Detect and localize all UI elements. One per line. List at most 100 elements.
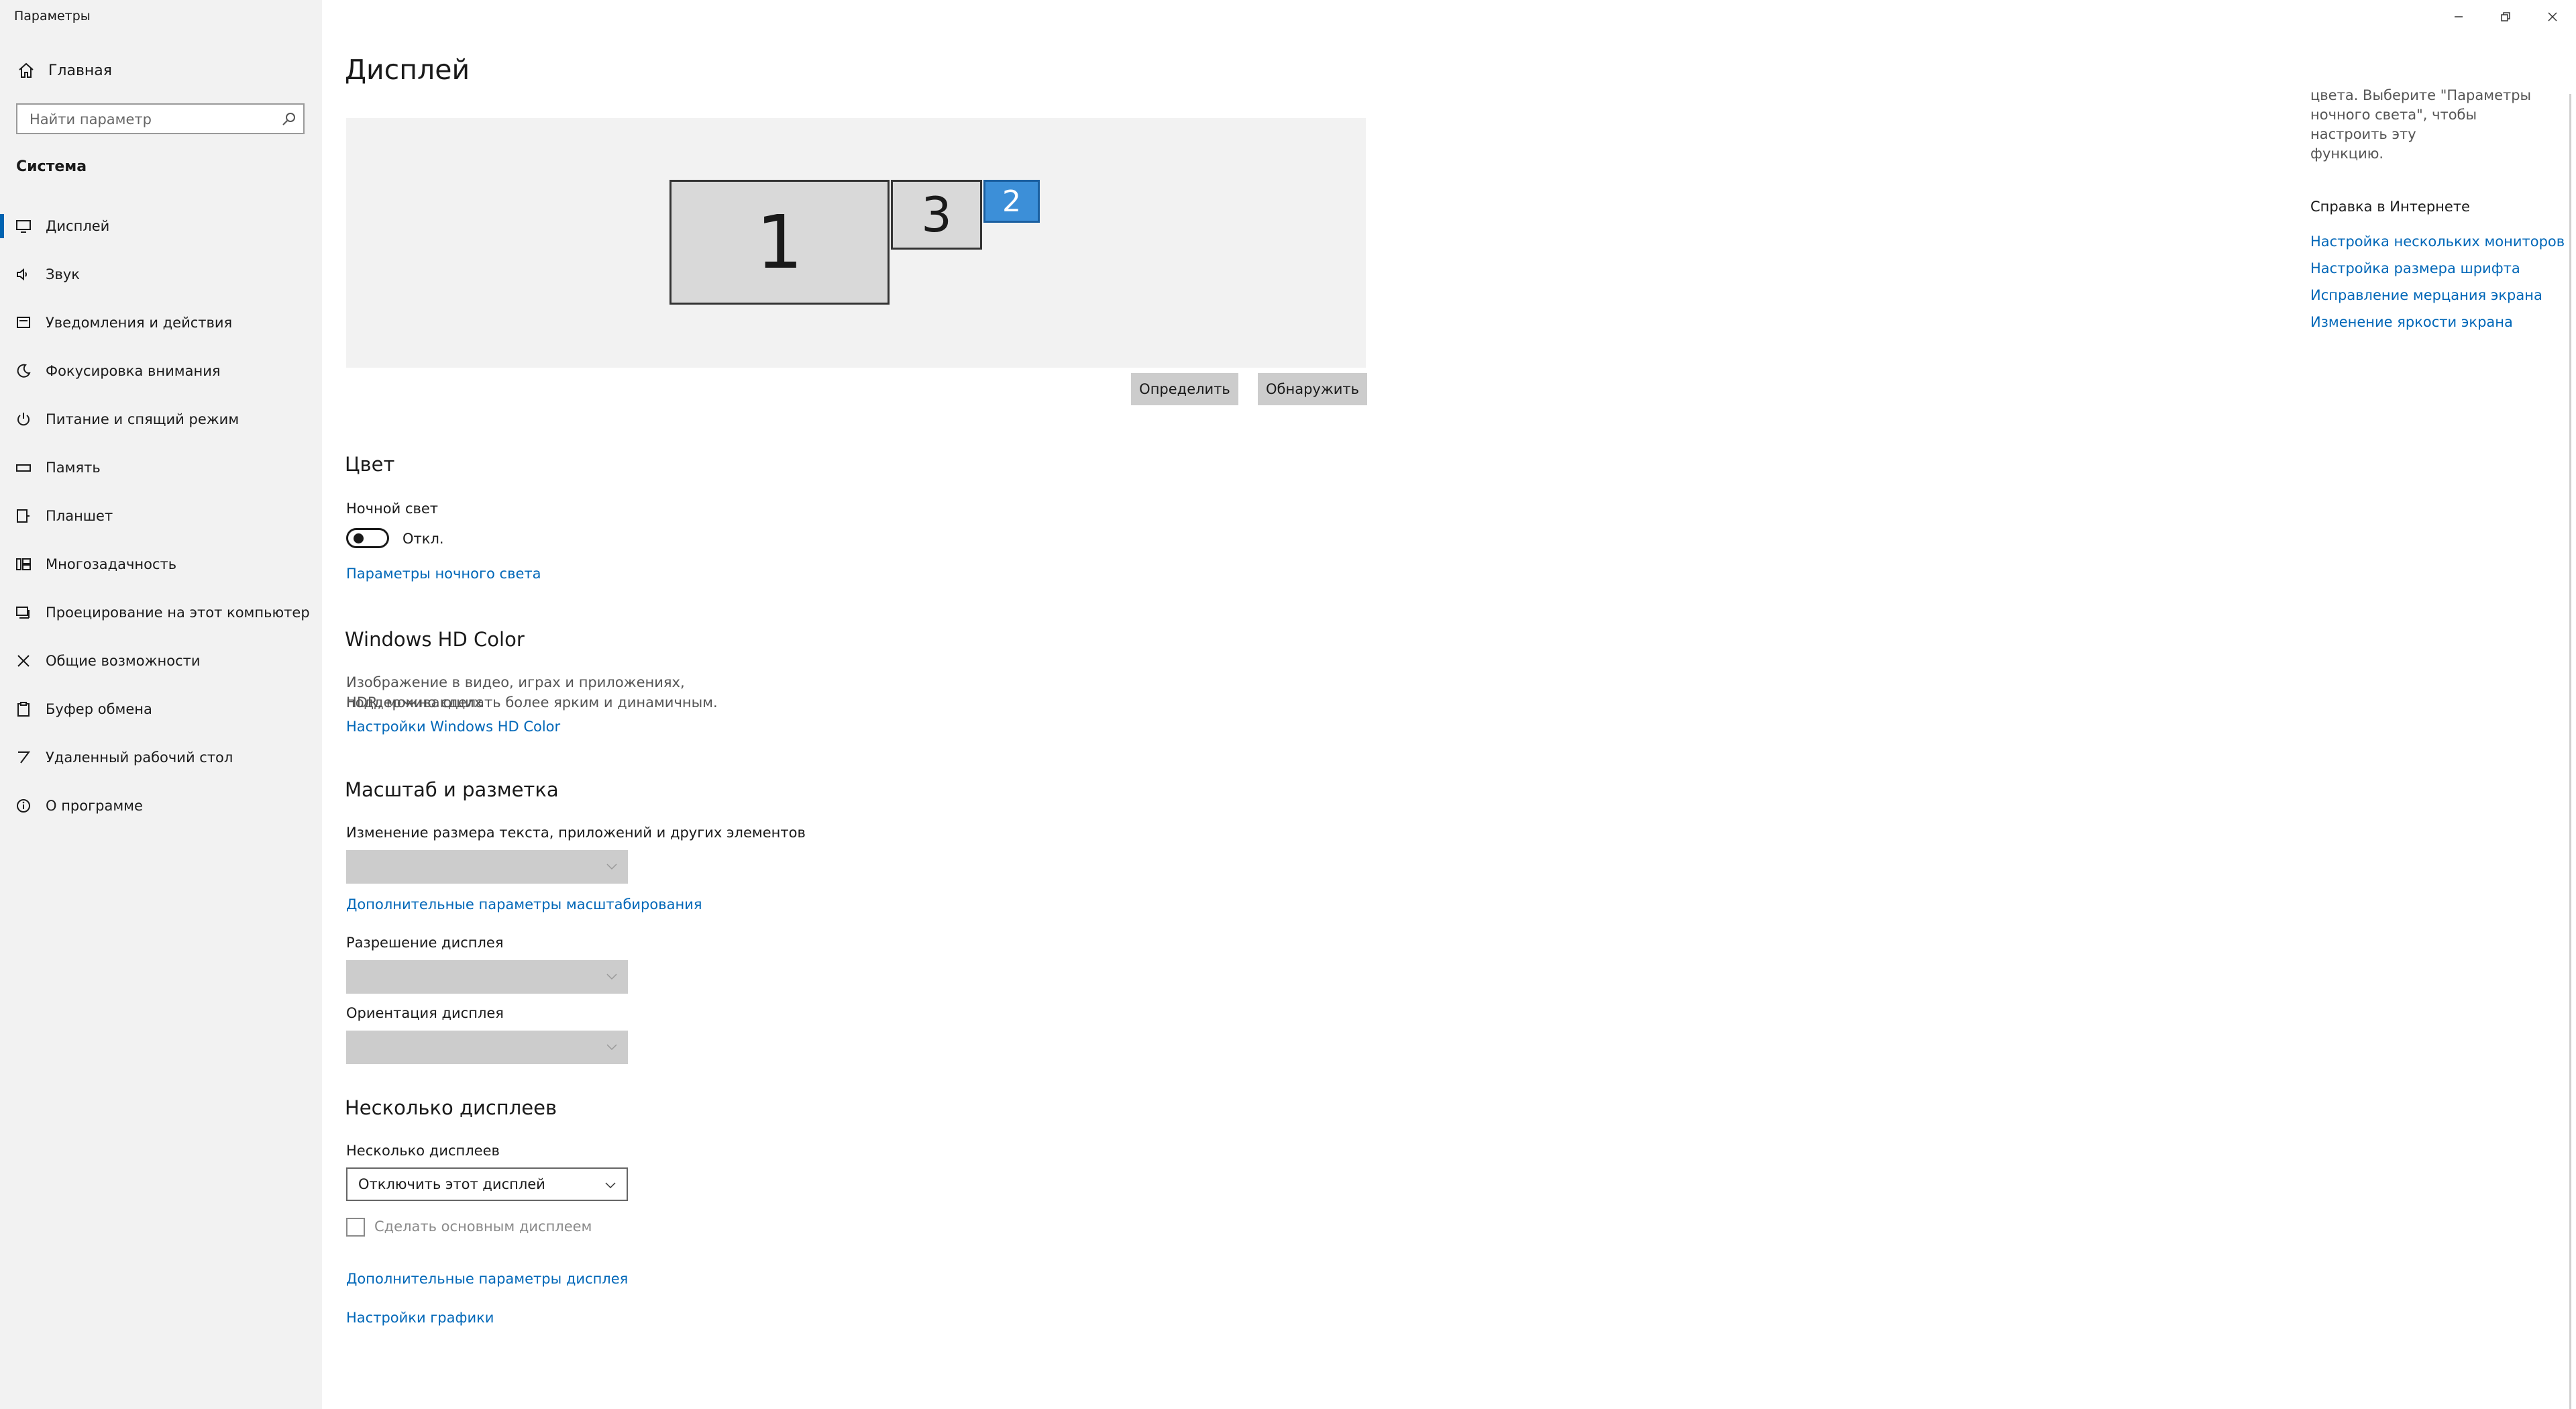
- monitor-3[interactable]: 3: [891, 180, 982, 250]
- sidebar-item-projecting[interactable]: Проецирование на этот компьютер: [0, 588, 322, 637]
- help-link-brightness[interactable]: Изменение яркости экрана: [2310, 314, 2513, 330]
- help-text-line3: функцию.: [2310, 146, 2384, 162]
- help-text-line1: цвета. Выберите "Параметры: [2310, 87, 2532, 103]
- speaker-icon: [15, 266, 32, 283]
- hdr-description-line2: HDR, можно сделать более ярким и динамич…: [346, 694, 718, 711]
- advanced-scaling-link[interactable]: Дополнительные параметры масштабирования: [346, 896, 702, 912]
- detect-button[interactable]: Обнаружить: [1258, 373, 1367, 405]
- monitor-number: 2: [1002, 184, 1021, 219]
- sidebar-item-focus[interactable]: Фокусировка внимания: [0, 347, 322, 395]
- orientation-dropdown[interactable]: [346, 1031, 628, 1064]
- sidebar: Параметры Главная Система Дисплей Звук У…: [0, 0, 322, 1409]
- graphics-settings-link[interactable]: Настройки графики: [346, 1310, 494, 1326]
- orientation-label: Ориентация дисплея: [346, 1005, 504, 1021]
- night-light-toggle[interactable]: [346, 528, 389, 548]
- identify-button[interactable]: Определить: [1131, 373, 1238, 405]
- help-link-screen-flicker[interactable]: Исправление мерцания экрана: [2310, 287, 2542, 303]
- sidebar-item-label: Фокусировка внимания: [46, 363, 221, 379]
- resolution-dropdown[interactable]: [346, 960, 628, 994]
- monitor-number: 1: [756, 199, 803, 285]
- monitor-1[interactable]: 1: [669, 180, 890, 305]
- shared-experiences-icon: [15, 652, 32, 670]
- search-icon[interactable]: [282, 111, 297, 126]
- info-icon: [15, 797, 32, 815]
- notification-icon: [15, 314, 32, 331]
- tablet-icon: [15, 507, 32, 525]
- sidebar-item-storage[interactable]: Память: [0, 443, 322, 492]
- home-link[interactable]: Главная: [17, 62, 112, 79]
- sidebar-item-label: Память: [46, 460, 101, 476]
- sidebar-item-tablet[interactable]: Планшет: [0, 492, 322, 540]
- multi-display-dropdown[interactable]: Отключить этот дисплей: [346, 1167, 628, 1201]
- monitor-number: 3: [921, 187, 952, 243]
- night-light-settings-link[interactable]: Параметры ночного света: [346, 566, 541, 582]
- monitor-2[interactable]: 2: [983, 180, 1040, 223]
- night-light-state: Откл.: [402, 531, 444, 547]
- moon-icon: [15, 362, 32, 380]
- clipboard-icon: [15, 700, 32, 718]
- power-icon: [15, 411, 32, 428]
- sidebar-item-label: Общие возможности: [46, 653, 201, 669]
- page-title: Дисплей: [345, 54, 470, 86]
- advanced-display-link[interactable]: Дополнительные параметры дисплея: [346, 1271, 628, 1287]
- close-button[interactable]: [2529, 0, 2576, 34]
- multi-display-heading: Несколько дисплеев: [345, 1096, 557, 1119]
- multi-display-label: Несколько дисплеев: [346, 1143, 500, 1159]
- sidebar-item-shared[interactable]: Общие возможности: [0, 637, 322, 685]
- restore-button[interactable]: [2482, 0, 2529, 34]
- sidebar-item-label: Звук: [46, 266, 80, 282]
- minimize-icon: [2455, 16, 2463, 17]
- scale-dropdown[interactable]: [346, 850, 628, 884]
- scrollbar[interactable]: [2569, 94, 2571, 1409]
- sidebar-item-remote-desktop[interactable]: Удаленный рабочий стол: [0, 733, 322, 782]
- sidebar-item-label: Удаленный рабочий стол: [46, 749, 233, 766]
- sidebar-item-label: Буфер обмена: [46, 701, 152, 717]
- app-title: Параметры: [14, 9, 91, 23]
- sidebar-item-notifications[interactable]: Уведомления и действия: [0, 299, 322, 347]
- sidebar-item-label: Проецирование на этот компьютер: [46, 605, 310, 621]
- close-icon: [2548, 12, 2557, 21]
- scale-size-label: Изменение размера текста, приложений и д…: [346, 825, 806, 841]
- home-label: Главная: [48, 62, 113, 79]
- monitor-icon: [15, 217, 32, 235]
- search-input[interactable]: [28, 110, 272, 129]
- resolution-label: Разрешение дисплея: [346, 935, 504, 951]
- help-text-line2: ночного света", чтобы настроить эту: [2310, 107, 2477, 142]
- make-main-display-checkbox[interactable]: [346, 1218, 365, 1237]
- sidebar-item-label: Многозадачность: [46, 556, 177, 572]
- storage-icon: [15, 459, 32, 476]
- scale-heading: Масштаб и разметка: [345, 778, 559, 801]
- sidebar-item-display[interactable]: Дисплей: [0, 202, 322, 250]
- section-label: Система: [16, 158, 87, 175]
- help-link-font-size[interactable]: Настройка размера шрифта: [2310, 260, 2520, 276]
- minimize-button[interactable]: [2435, 0, 2482, 34]
- sidebar-item-multitasking[interactable]: Многозадачность: [0, 540, 322, 588]
- night-light-help-text: цвета. Выберите "Параметры ночного света…: [2310, 86, 2552, 164]
- chevron-down-icon: [605, 1182, 616, 1189]
- chevron-down-icon: [606, 864, 617, 870]
- sidebar-item-label: Планшет: [46, 508, 113, 524]
- color-heading: Цвет: [345, 453, 395, 476]
- sidebar-item-power[interactable]: Питание и спящий режим: [0, 395, 322, 443]
- sidebar-item-sound[interactable]: Звук: [0, 250, 322, 299]
- sidebar-item-about[interactable]: О программе: [0, 782, 322, 830]
- chevron-down-icon: [606, 1044, 617, 1051]
- sidebar-item-label: Уведомления и действия: [46, 315, 233, 331]
- multitasking-icon: [15, 556, 32, 573]
- search-box[interactable]: [16, 103, 305, 134]
- chevron-down-icon: [606, 974, 617, 980]
- hdr-heading: Windows HD Color: [345, 628, 525, 651]
- sidebar-item-label: Дисплей: [46, 218, 110, 234]
- help-link-multiple-monitors[interactable]: Настройка нескольких мониторов: [2310, 233, 2565, 250]
- home-icon: [17, 62, 35, 79]
- online-help-title: Справка в Интернете: [2310, 199, 2470, 215]
- sidebar-item-clipboard[interactable]: Буфер обмена: [0, 685, 322, 733]
- night-light-label: Ночной свет: [346, 501, 439, 517]
- project-icon: [15, 604, 32, 621]
- hdr-settings-link[interactable]: Настройки Windows HD Color: [346, 719, 560, 735]
- sidebar-item-label: О программе: [46, 798, 143, 814]
- remote-desktop-icon: [15, 749, 32, 766]
- toggle-knob: [354, 533, 364, 543]
- make-main-display-label: Сделать основным дисплеем: [374, 1218, 592, 1235]
- restore-icon: [2501, 12, 2510, 21]
